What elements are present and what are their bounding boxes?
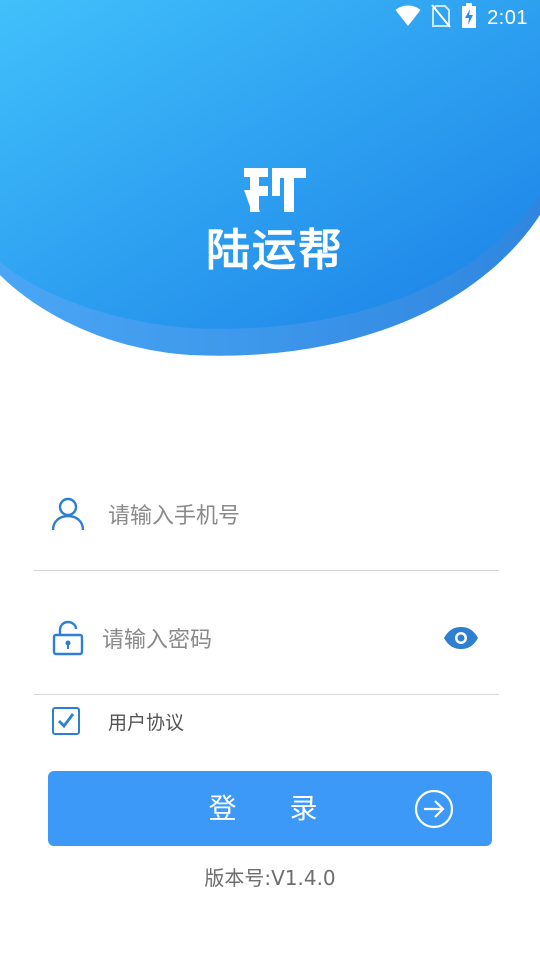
- user-icon: [50, 496, 86, 536]
- logo-mark: [244, 168, 306, 212]
- app-name: 陆运帮: [206, 225, 344, 276]
- no-sim-icon: [431, 4, 451, 32]
- version-text: 版本号:V1.4.0: [204, 866, 336, 890]
- phone-field: [34, 486, 499, 546]
- password-underline: [34, 694, 499, 695]
- password-input[interactable]: [102, 610, 422, 670]
- agreement-row: 用户协议: [52, 706, 184, 736]
- battery-charging-icon: [461, 3, 477, 33]
- phone-input[interactable]: [108, 486, 488, 546]
- agreement-link[interactable]: 用户协议: [108, 708, 184, 735]
- eye-icon[interactable]: [443, 626, 479, 654]
- lock-icon: [52, 620, 84, 660]
- password-field: [34, 610, 499, 670]
- check-icon: [58, 713, 75, 729]
- arrow-right-circle-icon: [414, 789, 454, 833]
- agreement-checkbox[interactable]: [52, 707, 80, 735]
- phone-underline: [34, 570, 499, 571]
- wifi-icon: [395, 5, 421, 31]
- app-logo: 陆运帮: [190, 160, 360, 276]
- status-time: 2:01: [487, 6, 528, 29]
- login-button[interactable]: 登 录: [48, 771, 492, 846]
- status-bar: 2:01: [0, 0, 540, 36]
